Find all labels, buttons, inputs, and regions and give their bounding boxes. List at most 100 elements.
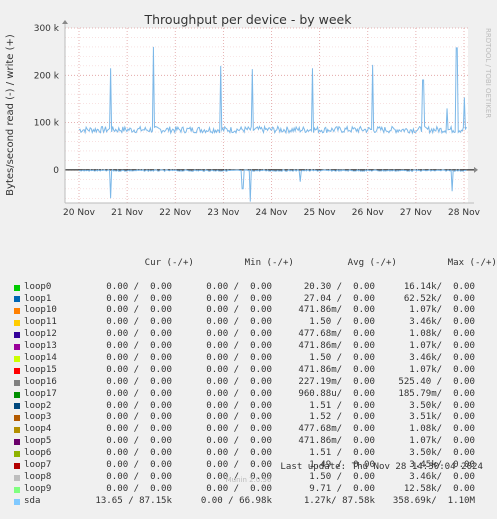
- legend-cur: 0.00 / 0.00: [106, 352, 172, 363]
- legend-avg: 1.51 / 0.00: [309, 400, 375, 411]
- header-avg: Avg (-/+): [347, 257, 397, 268]
- legend-max: 1.07k/ 0.00: [409, 364, 475, 375]
- header-cur: Cur (-/+): [144, 257, 194, 268]
- y-tick-label: 0: [53, 166, 59, 176]
- legend: Cur (-/+) Min (-/+) Avg (-/+) Max (-/+) loo…: [14, 222, 497, 519]
- legend-avg: 27.04 / 0.00: [303, 293, 375, 304]
- legend-row-loop2: loop2 0.00 / 0.00 0.00 / 0.00 1.51 / 0.00 3.…: [14, 401, 497, 413]
- x-tick-label: 25 Nov: [304, 208, 337, 218]
- legend-cur: 0.00 / 0.00: [106, 305, 172, 316]
- x-tick-label: 20 Nov: [63, 208, 96, 218]
- legend-name: sda: [24, 495, 41, 506]
- legend-row-loop5: loop5 0.00 / 0.00 0.00 / 0.00 471.86m/ 0.00…: [14, 436, 497, 448]
- legend-swatch: [14, 355, 20, 362]
- legend-row-loop9: loop9 0.00 / 0.00 0.00 / 0.00 9.71 / 0.00 12…: [14, 484, 497, 496]
- legend-swatch: [14, 439, 20, 446]
- x-tick-label: 28 Nov: [448, 208, 481, 218]
- legend-swatch: [14, 332, 20, 339]
- legend-min: 0.00 / 0.00: [206, 352, 272, 363]
- legend-max: 525.40 / 0.00: [398, 376, 475, 387]
- legend-swatch: [14, 296, 20, 303]
- legend-header: Cur (-/+) Min (-/+) Avg (-/+) Max (-/+): [14, 246, 497, 268]
- chart: Throughput per device - by week RRDTOOL …: [5, 12, 492, 218]
- legend-swatch: [14, 308, 20, 315]
- legend-name: loop17: [24, 388, 57, 399]
- legend-name: loop5: [24, 436, 52, 447]
- legend-min: 0.00 / 0.00: [206, 376, 272, 387]
- legend-name: loop4: [24, 424, 52, 435]
- plot-area: [65, 28, 468, 203]
- legend-name: loop9: [24, 483, 52, 494]
- legend-cur: 0.00 / 0.00: [106, 448, 172, 459]
- y-axis-arrow: [62, 20, 68, 24]
- legend-swatch: [14, 462, 20, 469]
- legend-max: 12.58k/ 0.00: [403, 483, 475, 494]
- legend-name: loop13: [24, 341, 57, 352]
- legend-max: 358.69k/ 1.10M: [392, 495, 475, 506]
- legend-avg: 1.50 / 0.00: [309, 317, 375, 328]
- legend-min: 0.00 / 66.98k: [200, 495, 272, 506]
- y-axis-label: Bytes/second read (-) / write (+): [5, 34, 16, 196]
- legend-swatch: [14, 403, 20, 410]
- legend-avg: 471.86m/ 0.00: [298, 341, 375, 352]
- legend-min: 0.00 / 0.00: [206, 329, 272, 340]
- legend-name: loop0: [24, 281, 52, 292]
- header-max: Max (-/+): [447, 257, 497, 268]
- legend-name: loop2: [24, 400, 52, 411]
- legend-avg: 20.30 / 0.00: [303, 281, 375, 292]
- legend-avg: 1.50 / 0.00: [309, 352, 375, 363]
- legend-cur: 0.00 / 0.00: [106, 376, 172, 387]
- legend-min: 0.00 / 0.00: [206, 305, 272, 316]
- legend-name: loop6: [24, 448, 52, 459]
- legend-name: loop14: [24, 352, 57, 363]
- legend-cur: 0.00 / 0.00: [106, 341, 172, 352]
- legend-cur: 0.00 / 0.00: [106, 364, 172, 375]
- legend-swatch: [14, 486, 20, 493]
- legend-swatch: [14, 284, 20, 291]
- legend-avg: 477.68m/ 0.00: [298, 329, 375, 340]
- legend-swatch: [14, 415, 20, 422]
- chart-title: Throughput per device - by week: [144, 12, 353, 27]
- legend-swatch: [14, 344, 20, 351]
- legend-min: 0.00 / 0.00: [206, 424, 272, 435]
- legend-row-loop11: loop11 0.00 / 0.00 0.00 / 0.00 1.50 / 0.00 3…: [14, 317, 497, 329]
- x-tick-label: 24 Nov: [256, 208, 289, 218]
- legend-max: 3.46k/ 0.00: [409, 352, 475, 363]
- legend-max: 1.07k/ 0.00: [409, 305, 475, 316]
- legend-max: 3.50k/ 0.00: [409, 448, 475, 459]
- legend-avg: 471.86m/ 0.00: [298, 305, 375, 316]
- legend-max: 1.08k/ 0.00: [409, 424, 475, 435]
- rrdtool-label: RRDTOOL / TOBI OETIKER: [484, 28, 492, 118]
- legend-row-loop15: loop15 0.00 / 0.00 0.00 / 0.00 471.86m/ 0.0…: [14, 365, 497, 377]
- y-tick-label: 300 k: [34, 24, 60, 34]
- x-tick-label: 21 Nov: [111, 208, 144, 218]
- legend-cur: 0.00 / 0.00: [106, 436, 172, 447]
- legend-cur: 0.00 / 0.00: [106, 400, 172, 411]
- x-tick-label: 27 Nov: [400, 208, 433, 218]
- legend-avg: 471.86m/ 0.00: [298, 364, 375, 375]
- legend-row-loop6: loop6 0.00 / 0.00 0.00 / 0.00 1.51 / 0.00 3.…: [14, 448, 497, 460]
- legend-cur: 0.00 / 0.00: [106, 293, 172, 304]
- legend-swatch: [14, 427, 20, 434]
- legend-max: 62.52k/ 0.00: [403, 293, 475, 304]
- legend-min: 0.00 / 0.00: [206, 448, 272, 459]
- legend-cur: 0.00 / 0.00: [106, 412, 172, 423]
- legend-cur: 0.00 / 0.00: [106, 281, 172, 292]
- legend-row-loop3: loop3 0.00 / 0.00 0.00 / 0.00 1.52 / 0.00 3.…: [14, 412, 497, 424]
- legend-name: loop7: [24, 459, 52, 470]
- legend-cur: 0.00 / 0.00: [106, 388, 172, 399]
- legend-avg: 227.19m/ 0.00: [298, 376, 375, 387]
- legend-min: 0.00 / 0.00: [206, 341, 272, 352]
- legend-row-loop17: loop17 0.00 / 0.00 0.00 / 0.00 960.88u/ 0.0…: [14, 389, 497, 401]
- legend-min: 0.00 / 0.00: [206, 436, 272, 447]
- legend-row-loop13: loop13 0.00 / 0.00 0.00 / 0.00 471.86m/ 0.0…: [14, 341, 497, 353]
- legend-row-loop12: loop12 0.00 / 0.00 0.00 / 0.00 477.68m/ 0.0…: [14, 329, 497, 341]
- legend-name: loop1: [24, 293, 52, 304]
- legend-min: 0.00 / 0.00: [206, 412, 272, 423]
- legend-max: 185.79m/ 0.00: [398, 388, 475, 399]
- y-tick-label: 200 k: [34, 71, 60, 81]
- legend-max: 3.50k/ 0.00: [409, 400, 475, 411]
- legend-row-sda: sda 13.65 / 87.15k 0.00 / 66.98k 1.27k/ 87.…: [14, 496, 497, 508]
- legend-min: 0.00 / 0.00: [206, 364, 272, 375]
- legend-max: 3.46k/ 0.00: [409, 317, 475, 328]
